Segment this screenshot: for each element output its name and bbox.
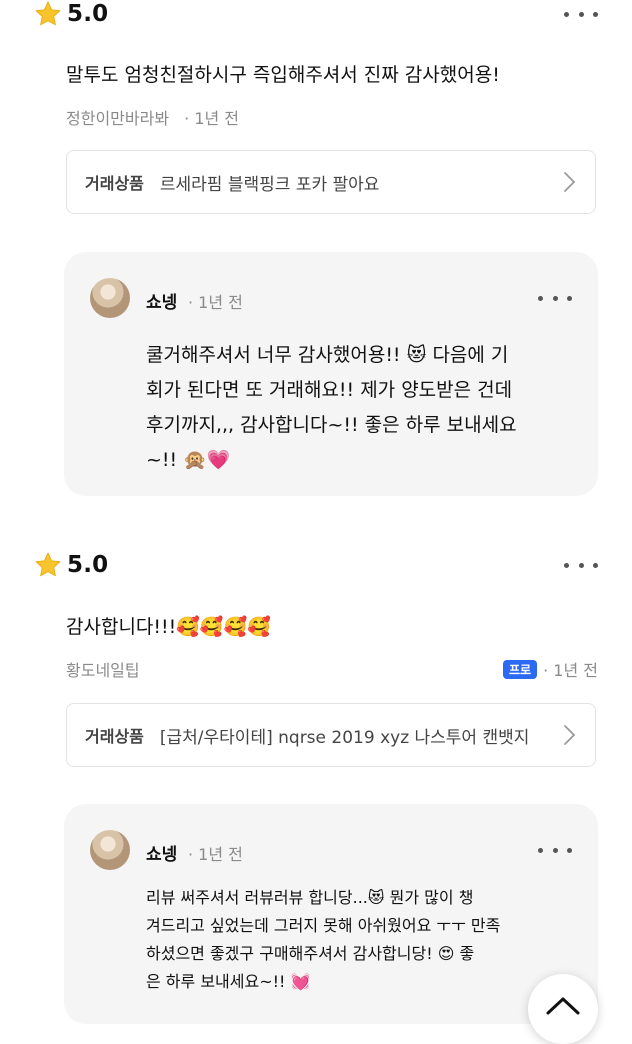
chevron-right-icon <box>564 172 576 192</box>
review-author[interactable]: 황도네일팁 <box>66 657 140 681</box>
product-label: 거래상품 <box>85 727 144 746</box>
review-time: · 1년 전 <box>543 661 598 680</box>
product-label: 거래상품 <box>85 174 144 193</box>
rating: 5.0 <box>34 551 108 579</box>
seller-reply: 쇼넹 · 1년 전 쿨거해주셔서 너무 감사했어용!! 😻 다음에 기 회가 된… <box>64 252 598 496</box>
review-meta: 정한이만바라봐 · 1년 전 <box>66 105 239 129</box>
product-link[interactable]: 거래상품 르세라핌 블랙핑크 포카 팔아요 <box>66 150 596 214</box>
reply-time: · 1년 전 <box>188 845 243 864</box>
review-text: 감사합니다!!!🥰🥰🥰🥰 <box>66 616 271 638</box>
avatar[interactable] <box>90 830 130 870</box>
more-options-button[interactable] <box>564 553 598 577</box>
more-dots-icon <box>564 11 569 17</box>
reply-more-button[interactable] <box>538 840 572 860</box>
pro-badge: 프로 <box>503 659 538 679</box>
review-meta-right: 프로 · 1년 전 <box>503 657 598 681</box>
product-link[interactable]: 거래상품 [급처/우타이테] nqrse 2019 xyz 나스투어 캔뱃지 <box>66 703 596 767</box>
chevron-right-icon <box>564 725 576 745</box>
product-name: [급처/우타이테] nqrse 2019 xyz 나스투어 캔뱃지 <box>159 727 530 748</box>
avatar[interactable] <box>90 278 130 318</box>
star-icon <box>35 552 61 577</box>
star-icon <box>35 1 61 26</box>
scroll-top-button[interactable] <box>528 974 598 1044</box>
rating-score: 5.0 <box>67 1 109 27</box>
review-text: 말투도 엄청친절하시구 즉입해주셔서 진짜 감사했어용! <box>66 64 500 86</box>
rating: 5.0 <box>34 0 108 28</box>
more-options-button[interactable] <box>564 2 598 26</box>
reply-time: · 1년 전 <box>188 293 243 312</box>
review-time: · 1년 전 <box>184 109 240 128</box>
more-dots-icon <box>564 562 569 568</box>
seller-reply: 쇼넹 · 1년 전 리뷰 써주셔서 러뷰러뷰 합니당...😻 뭔가 많이 챙 겨… <box>64 804 598 1024</box>
product-name: 르세라핌 블랙핑크 포카 팔아요 <box>159 174 380 195</box>
reply-more-button[interactable] <box>538 288 572 308</box>
more-dots-icon <box>538 847 543 853</box>
reply-author[interactable]: 쇼넹 <box>146 840 177 865</box>
reply-author[interactable]: 쇼넹 <box>146 288 177 313</box>
reply-text: 리뷰 써주셔서 러뷰러뷰 합니당...😻 뭔가 많이 챙 겨드리고 싶었는데 그… <box>146 888 501 991</box>
rating-score: 5.0 <box>67 552 109 578</box>
more-dots-icon <box>538 295 543 301</box>
reply-text: 쿨거해주셔서 너무 감사했어용!! 😻 다음에 기 회가 된다면 또 거래해요!… <box>146 344 517 471</box>
review-author[interactable]: 정한이만바라봐 <box>66 109 169 128</box>
chevron-up-icon <box>546 997 580 1015</box>
